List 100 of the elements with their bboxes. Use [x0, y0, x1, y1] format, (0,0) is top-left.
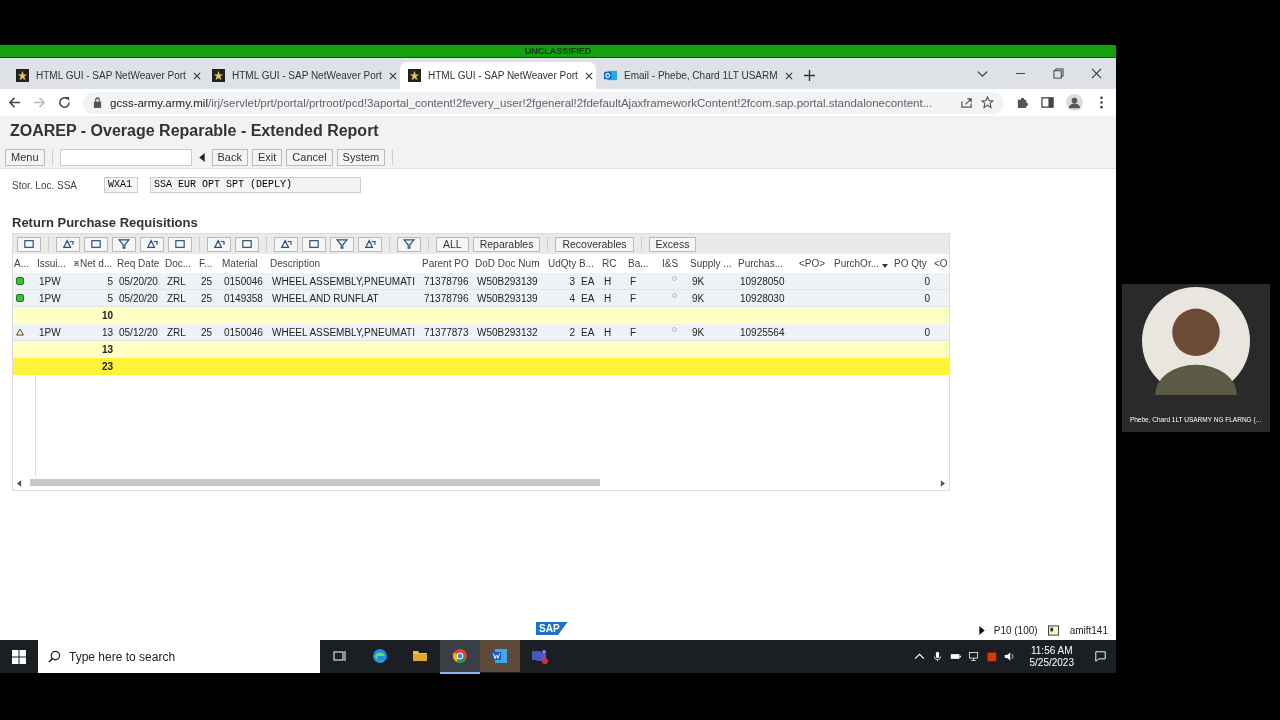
column-header[interactable]: RC	[601, 258, 627, 269]
browser-tab[interactable]: HTML GUI - SAP NetWeaver Port	[8, 62, 204, 89]
new-tab-icon[interactable]	[804, 70, 815, 81]
windows-start-icon[interactable]	[12, 649, 26, 664]
column-header[interactable]: Purchas...	[737, 258, 798, 269]
subtotal-button[interactable]	[235, 236, 259, 252]
toolbar-button[interactable]: System	[336, 148, 386, 166]
column-header[interactable]: Material	[221, 258, 269, 269]
table-cell: 05/12/20	[119, 326, 158, 338]
filter-button[interactable]: Recoverables	[555, 236, 634, 252]
column-header[interactable]: Doc...	[164, 258, 198, 269]
export-button[interactable]	[330, 236, 354, 252]
column-header[interactable]: Supply ...	[689, 258, 737, 269]
scrollbar-thumb[interactable]	[30, 479, 600, 486]
filter-button[interactable]	[84, 236, 108, 252]
table-cell: 25	[201, 326, 213, 338]
circle-icon	[672, 327, 677, 332]
command-field[interactable]	[59, 148, 192, 166]
close-icon[interactable]	[388, 71, 397, 80]
scroll-right-icon[interactable]	[940, 479, 945, 487]
volume-icon[interactable]	[1003, 651, 1015, 662]
table-cell: WHEEL ASSEMBLY,PNEUMATI	[272, 326, 415, 338]
print-button[interactable]	[56, 236, 80, 252]
column-header[interactable]: Ba...	[627, 258, 661, 269]
reload-icon[interactable]	[58, 96, 71, 109]
column-header[interactable]: <O	[933, 258, 949, 269]
chevron-icon[interactable]	[977, 68, 988, 79]
microphone-icon[interactable]	[931, 651, 943, 662]
funnel-button[interactable]	[168, 236, 192, 252]
table-cell: 71377873	[424, 326, 469, 338]
column-header[interactable]: Req Date	[116, 258, 164, 269]
search-field[interactable]: Type here to search	[38, 640, 320, 673]
toolbar-button[interactable]: Exit	[252, 148, 283, 166]
browser-tab[interactable]: HTML GUI - SAP NetWeaver Port	[204, 62, 400, 89]
table-cell: WHEEL ASSEMBLY,PNEUMATI	[272, 275, 415, 287]
back-arrow-icon[interactable]	[8, 96, 21, 109]
toolbar-button[interactable]: Back	[211, 148, 248, 166]
puzzle-icon[interactable]	[1016, 96, 1029, 109]
table-cell: EA	[581, 326, 595, 338]
close-icon[interactable]	[784, 71, 793, 80]
restore-icon[interactable]	[1053, 68, 1064, 79]
browser-tab[interactable]: HTML GUI - SAP NetWeaver Port	[400, 62, 596, 89]
column-header[interactable]: I&S	[661, 258, 689, 269]
table-cell: 0150046	[224, 275, 263, 287]
column-header[interactable]: B...	[578, 258, 601, 269]
details-button[interactable]	[17, 236, 41, 252]
filter-button[interactable]: Reparables	[472, 236, 541, 252]
table-cell: 0	[924, 275, 930, 287]
filter-button[interactable]: Excess	[648, 236, 697, 252]
document-icon[interactable]	[1046, 624, 1061, 636]
clock-date: 5/25/2023	[1029, 656, 1074, 669]
share-icon[interactable]	[960, 96, 973, 109]
column-header[interactable]: DoD Doc Num	[474, 258, 547, 269]
close-icon[interactable]	[192, 71, 201, 80]
find-next-button[interactable]	[140, 236, 164, 252]
triangle-right-icon[interactable]	[978, 625, 985, 635]
column-header[interactable]: Description	[269, 258, 421, 269]
close-icon[interactable]	[584, 71, 593, 80]
close-icon[interactable]	[1091, 68, 1102, 79]
sum-button[interactable]	[207, 236, 231, 252]
triangle-left-icon[interactable]	[198, 152, 205, 162]
filter-button[interactable]: ALL	[436, 236, 469, 252]
column-header[interactable]: PurchOr...	[833, 258, 893, 269]
clock-time: 11:56 AM	[1031, 644, 1073, 657]
chart-button[interactable]	[397, 236, 421, 252]
column-header[interactable]: F...	[198, 258, 221, 269]
print-preview-button[interactable]	[274, 236, 298, 252]
notification-icon[interactable]	[1095, 651, 1106, 662]
address-field[interactable]: gcss-army.army.mil/irj/servlet/prt/portal/prtroot/pcd!3aportal_content!2fevery_user!2fgeneral!2fdefaultAjaxframeworkContent!2fcom.sap.portal.standalonecontent...	[83, 91, 1004, 114]
star-icon[interactable]	[981, 96, 994, 109]
column-header[interactable]: PO Qty	[893, 258, 933, 269]
chrome-icon[interactable]	[440, 639, 480, 674]
column-header[interactable]: UdQty	[547, 258, 578, 269]
table-cell: 0	[924, 326, 930, 338]
column-header[interactable]: A...	[13, 258, 36, 269]
scroll-left-icon[interactable]	[17, 479, 22, 487]
table-cell: 13	[101, 326, 113, 338]
toolbar-button[interactable]: Cancel	[286, 148, 333, 166]
column-header[interactable]: Parent PO	[421, 258, 474, 269]
battery-icon[interactable]	[949, 651, 961, 662]
sidebar-icon[interactable]	[1041, 96, 1054, 109]
find-button[interactable]	[112, 236, 136, 252]
layout-button[interactable]	[358, 236, 382, 252]
column-header[interactable]: <PO>	[798, 258, 833, 269]
views-button[interactable]	[302, 236, 326, 252]
caret-up-icon[interactable]	[913, 651, 925, 662]
column-header[interactable]: Issui...	[36, 258, 73, 269]
menu-button[interactable]: Menu	[5, 148, 45, 166]
browser-tab[interactable]: Email - Phebe, Chard 1LT USARM	[596, 62, 792, 89]
table-cell: H	[604, 292, 612, 304]
network-icon[interactable]	[967, 651, 979, 662]
column-header[interactable]: Net d...	[73, 258, 116, 269]
dropdown-arrow-icon	[882, 263, 888, 268]
table-cell: ZRL	[167, 292, 186, 304]
profile-icon[interactable]	[1066, 94, 1083, 111]
window-title: ZOAREP - Overage Reparable - Extended Report	[10, 122, 379, 140]
table-cell: 1PW	[39, 275, 61, 287]
table-cell: 0149358	[224, 292, 263, 304]
word-icon[interactable]	[480, 639, 520, 672]
table-cell: 3	[569, 275, 575, 287]
